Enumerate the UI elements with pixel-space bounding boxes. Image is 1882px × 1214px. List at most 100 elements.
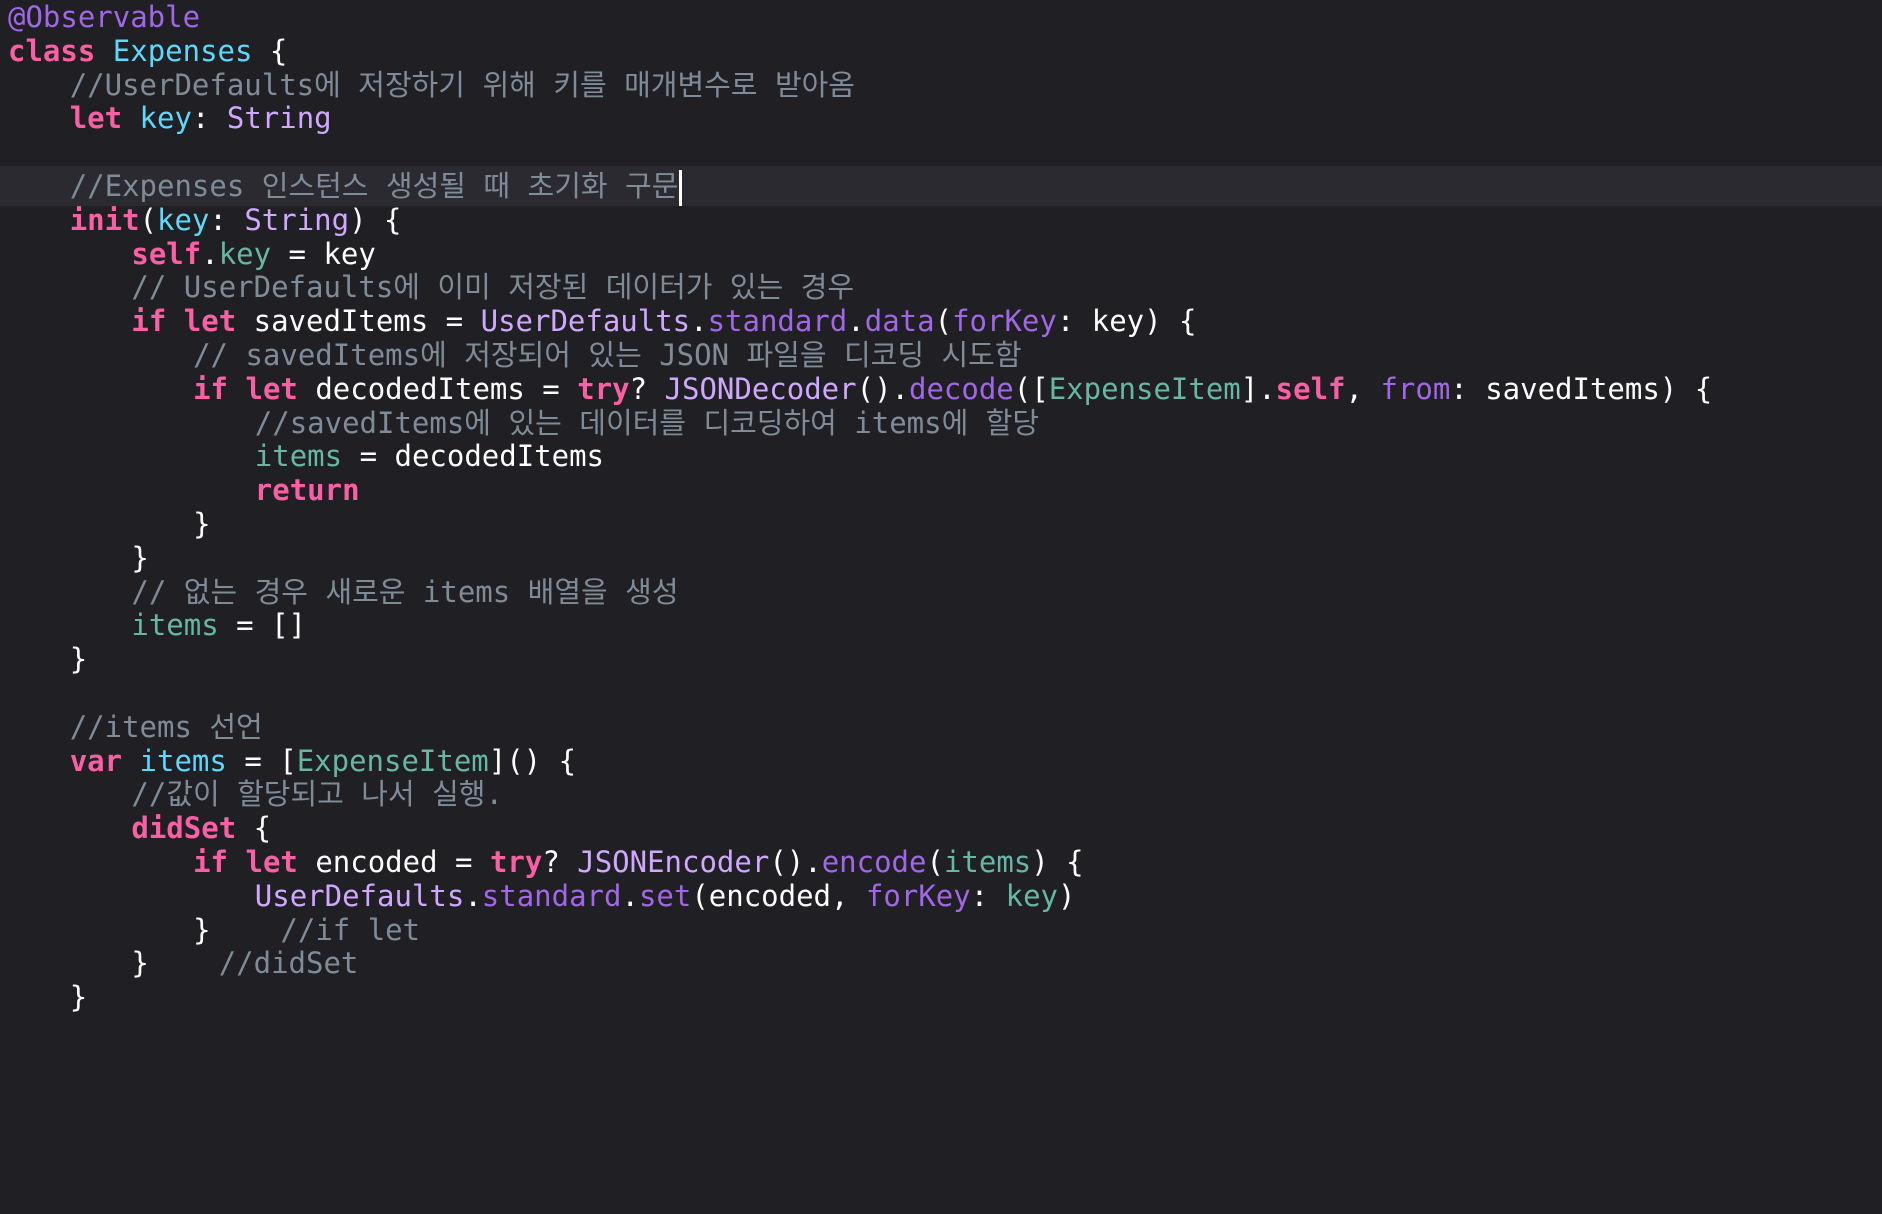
token-type_ref: JSONEncoder — [577, 845, 770, 879]
token-keyword: var — [69, 743, 123, 778]
token-type_ref: JSONDecoder — [664, 371, 857, 406]
token-comment: //savedItems에 있는 데이터를 디코딩하여 items에 할당 — [254, 405, 1040, 440]
token-plain: ) { — [1031, 845, 1084, 879]
token-comment: //Expenses 인스턴스 생성될 때 초기화 구문 — [69, 169, 679, 203]
token-plain: (). — [769, 845, 822, 879]
token-keyword: if — [193, 845, 229, 879]
token-api: decode — [909, 371, 1014, 406]
token-keyword: class — [8, 33, 96, 68]
token-plain: savedItems = — [236, 304, 481, 339]
token-plain: ]. — [1240, 371, 1276, 406]
token-keyword: return — [254, 473, 360, 508]
token-comment: //items 선언 — [69, 709, 263, 744]
token-comment: //didSet — [218, 946, 359, 981]
token-plain: ([ — [1013, 371, 1049, 406]
token-api: @Observable — [8, 0, 201, 34]
token-api: forKey — [865, 878, 971, 913]
token-plain: : — [191, 101, 227, 136]
token-api: set — [638, 878, 692, 913]
token-type_ref: String — [226, 101, 332, 136]
token-plain: } — [69, 642, 88, 677]
token-plain: : — [209, 202, 245, 237]
token-plain: = [] — [218, 608, 307, 643]
token-api: from — [1380, 371, 1451, 406]
token-plain: . — [464, 878, 482, 913]
token-keyword: let — [245, 845, 298, 879]
token-plain: } — [69, 980, 88, 1015]
code-line[interactable]: } — [0, 977, 1882, 1017]
token-type_ref: String — [244, 202, 350, 237]
token-type_decl: key — [157, 202, 210, 237]
code-line-content: } — [70, 977, 87, 1017]
token-plain: ? — [542, 845, 578, 879]
token-property: key — [1005, 878, 1059, 913]
token-comment: // UserDefaults에 이미 저장된 데이터가 있는 경우 — [131, 270, 855, 305]
token-plain: } — [193, 507, 211, 541]
token-plain: decodedItems = — [297, 371, 578, 406]
token-plain: ) { — [349, 202, 402, 237]
token-plain: ? — [629, 371, 665, 406]
token-keyword: try — [489, 845, 543, 879]
token-plain: ) — [1058, 878, 1076, 913]
token-api: standard — [707, 304, 848, 339]
token-plain: } — [131, 946, 219, 981]
token-api: standard — [481, 878, 622, 913]
token-api: data — [864, 304, 935, 339]
token-type_ref: UserDefaults — [254, 878, 465, 913]
token-plain: . — [847, 304, 865, 339]
code-editor[interactable]: @Observable class Expenses {//UserDefault… — [0, 0, 1882, 1214]
token-property: ExpenseItem — [1048, 371, 1241, 406]
token-plain: ( — [139, 202, 157, 237]
token-property: items — [131, 608, 219, 643]
token-plain: = [ — [226, 743, 297, 778]
token-plain: } — [193, 912, 281, 947]
token-plain: { — [236, 811, 272, 846]
token-keyword: if — [193, 371, 229, 406]
token-plain: (). — [856, 371, 909, 406]
token-comment: //if let — [280, 912, 421, 947]
token-keyword: let — [69, 101, 123, 136]
token-keyword: let — [245, 371, 298, 406]
token-keyword: if — [131, 304, 167, 339]
token-plain: : — [970, 878, 1006, 913]
token-plain: ]() { — [488, 743, 577, 778]
token-comment: // 없는 경우 새로운 items 배열을 생성 — [131, 574, 679, 609]
token-plain: ( — [926, 845, 944, 879]
token-property: items — [254, 439, 343, 474]
token-api: forKey — [952, 304, 1057, 339]
token-comment: //값이 할당되고 나서 실행. — [131, 777, 503, 812]
token-plain: , — [1345, 371, 1381, 406]
token-plain: . — [201, 236, 219, 271]
token-keyword: self — [131, 236, 202, 271]
token-keyword: self — [1275, 371, 1346, 406]
token-plain: : savedItems) { — [1450, 371, 1713, 406]
token-type_ref: UserDefaults — [480, 304, 691, 339]
token-plain: : key) { — [1056, 304, 1197, 339]
token-plain: = decodedItems — [342, 439, 605, 474]
token-plain: encoded = — [297, 845, 490, 879]
token-plain: . — [621, 878, 639, 913]
token-plain: = key — [271, 236, 376, 271]
token-plain: { — [252, 33, 288, 68]
token-plain: ( — [934, 304, 953, 339]
token-keyword: init — [69, 202, 140, 237]
token-plain: (encoded, — [691, 878, 866, 913]
token-comment: // savedItems에 저장되어 있는 JSON 파일을 디코딩 시도함 — [193, 338, 1022, 372]
token-type_decl: items — [139, 743, 227, 778]
token-comment: //UserDefaults에 저장하기 위해 키를 매개변수로 받아옴 — [69, 67, 855, 102]
token-keyword: try — [577, 371, 630, 406]
token-property: key — [218, 236, 272, 271]
token-plain: . — [690, 304, 708, 339]
token-property: ExpenseItem — [296, 743, 489, 778]
token-type_decl: key — [139, 101, 192, 136]
token-api: encode — [821, 845, 927, 879]
token-type_decl: Expenses — [112, 33, 253, 68]
token-keyword: let — [183, 304, 237, 339]
token-property: items — [943, 845, 1032, 879]
